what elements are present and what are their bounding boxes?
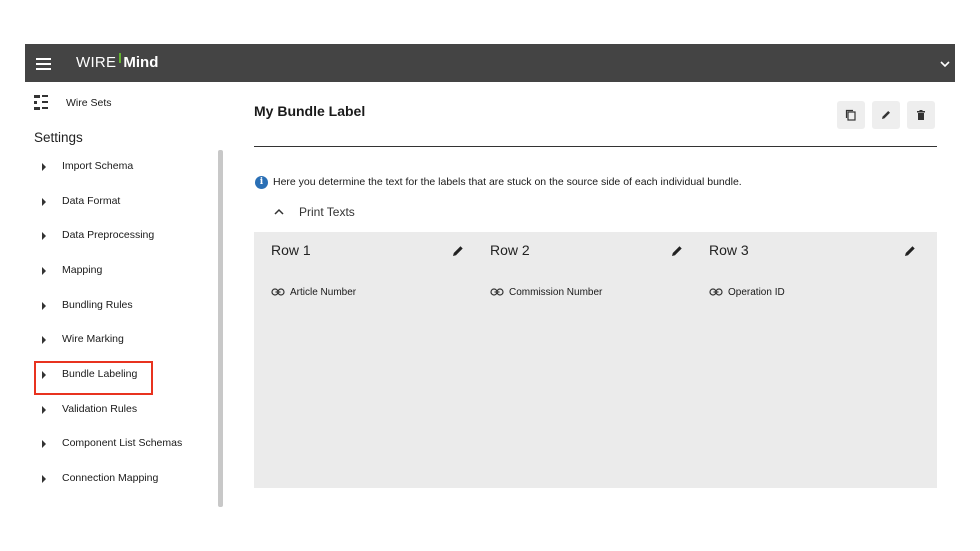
sidebar-item-connection-mapping[interactable]: Connection Mapping: [25, 466, 215, 492]
copy-icon: [845, 109, 856, 121]
settings-heading: Settings: [34, 130, 83, 145]
row-title: Row 2: [490, 242, 530, 258]
sidebar-item-label: Mapping: [62, 264, 103, 276]
logo-accent-tick: [119, 53, 122, 63]
caret-right-icon: [42, 406, 46, 414]
logo-text-wire: WIRE: [76, 54, 117, 71]
info-icon: [255, 176, 268, 189]
row-field-label: Operation ID: [728, 287, 785, 298]
sidebar-item-bundle-labeling[interactable]: Bundle Labeling: [25, 362, 215, 388]
print-texts-label: Print Texts: [299, 205, 355, 219]
caret-right-icon: [42, 198, 46, 206]
page-title: My Bundle Label: [254, 103, 366, 119]
sidebar: Wire Sets Settings Import Schema Data Fo…: [25, 82, 226, 507]
row-field-label: Commission Number: [509, 287, 603, 298]
app-logo: WIRE Mind: [76, 53, 158, 73]
sidebar-item-validation-rules[interactable]: Validation Rules: [25, 397, 215, 423]
wire-sets-icon: [34, 95, 48, 110]
print-texts-panel: Row 1 Article Number Row 2 Commission Nu…: [254, 232, 937, 488]
sidebar-item-bundling-rules[interactable]: Bundling Rules: [25, 293, 215, 319]
pencil-icon[interactable]: [903, 244, 917, 258]
link-icon: [709, 288, 723, 296]
caret-right-icon: [42, 267, 46, 275]
sidebar-item-label: Wire Marking: [62, 333, 124, 345]
chevron-up-icon: [274, 208, 284, 215]
sidebar-item-component-list-schemas[interactable]: Component List Schemas: [25, 431, 215, 457]
row-title: Row 1: [271, 242, 311, 258]
pencil-icon: [882, 111, 890, 119]
sidebar-item-data-format[interactable]: Data Format: [25, 189, 215, 215]
copy-button[interactable]: [837, 101, 865, 129]
info-text: Here you determine the text for the labe…: [273, 176, 742, 188]
sidebar-item-label: Validation Rules: [62, 403, 138, 415]
pencil-icon[interactable]: [670, 244, 684, 258]
row-field-label: Article Number: [290, 287, 357, 298]
caret-right-icon: [42, 232, 46, 240]
delete-button[interactable]: [907, 101, 935, 129]
sidebar-item-import-schema[interactable]: Import Schema: [25, 154, 215, 180]
sidebar-item-label: Connection Mapping: [62, 472, 159, 484]
caret-right-icon: [42, 371, 46, 379]
chevron-down-icon[interactable]: [939, 57, 951, 69]
logo-text-mind: Mind: [123, 54, 159, 71]
caret-right-icon: [42, 440, 46, 448]
row-title: Row 3: [709, 242, 749, 258]
row-column-2: Row 2 Commission Number: [473, 232, 692, 488]
sidebar-item-label: Component List Schemas: [62, 437, 183, 449]
caret-right-icon: [42, 336, 46, 344]
caret-right-icon: [42, 302, 46, 310]
trash-icon: [917, 110, 925, 120]
title-divider: [254, 146, 937, 147]
top-bar: WIRE Mind: [25, 44, 955, 82]
main-content: My Bundle Label Here you determine the t…: [226, 82, 955, 507]
hamburger-menu-icon[interactable]: [35, 53, 53, 73]
sidebar-scrollbar[interactable]: [218, 150, 223, 507]
sidebar-item-label: Data Format: [62, 195, 121, 207]
caret-right-icon: [42, 475, 46, 483]
sidebar-item-data-preprocessing[interactable]: Data Preprocessing: [25, 223, 215, 249]
row-column-3: Row 3 Operation ID: [692, 232, 915, 488]
sidebar-item-label: Data Preprocessing: [62, 229, 155, 241]
sidebar-item-label: Import Schema: [62, 160, 134, 172]
sidebar-item-label: Bundling Rules: [62, 299, 133, 311]
caret-right-icon: [42, 163, 46, 171]
sidebar-item-wire-marking[interactable]: Wire Marking: [25, 327, 215, 353]
edit-button[interactable]: [872, 101, 900, 129]
link-icon: [271, 288, 285, 296]
link-icon: [490, 288, 504, 296]
sidebar-item-mapping[interactable]: Mapping: [25, 258, 215, 284]
pencil-icon[interactable]: [451, 244, 465, 258]
sidebar-item-label: Bundle Labeling: [62, 368, 138, 380]
app-window: WIRE Mind Wire Sets Settings Import Schem…: [25, 44, 955, 507]
sidebar-item-wire-sets-label[interactable]: Wire Sets: [66, 97, 112, 109]
row-column-1: Row 1 Article Number: [254, 232, 473, 488]
